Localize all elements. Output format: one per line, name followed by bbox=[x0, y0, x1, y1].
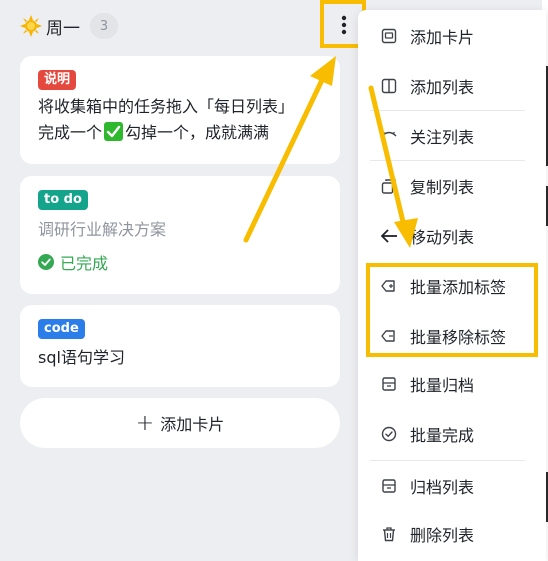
menu-item-label: 删除列表 bbox=[410, 526, 475, 545]
menu-item-copy-list[interactable]: 复制列表 bbox=[358, 166, 546, 206]
eye-icon bbox=[380, 127, 398, 145]
menu-item-label: 添加列表 bbox=[410, 78, 475, 97]
add-card-label: 添加卡片 bbox=[160, 415, 225, 434]
card-code[interactable]: code sql语句学习 bbox=[20, 305, 340, 387]
check-circle-icon bbox=[380, 425, 398, 443]
card-text: 将收集箱中的任务拖入「每日列表」 完成一个 勾掉一个，成就满满 bbox=[38, 94, 322, 146]
menu-divider bbox=[370, 160, 525, 161]
card-note[interactable]: 说明 将收集箱中的任务拖入「每日列表」 完成一个 勾掉一个，成就满满 bbox=[20, 56, 340, 164]
menu-item-batch-archive[interactable]: 批量归档 bbox=[358, 364, 546, 404]
card-text-line-2: 完成一个 勾掉一个，成就满满 bbox=[38, 120, 322, 146]
check-circle-icon bbox=[38, 254, 54, 270]
list-title[interactable]: 周一 bbox=[46, 14, 80, 39]
card-text: 调研行业解决方案 bbox=[38, 220, 167, 239]
card-icon bbox=[380, 27, 398, 45]
check-mark-icon bbox=[104, 122, 124, 141]
card-text: sql语句学习 bbox=[38, 348, 125, 367]
list-header: 周一 3 bbox=[20, 10, 118, 42]
columns-icon bbox=[380, 77, 398, 95]
menu-item-add-card[interactable]: 添加卡片 bbox=[358, 16, 546, 56]
card-text-line-1: 将收集箱中的任务拖入「每日列表」 bbox=[38, 97, 295, 116]
menu-item-label: 添加卡片 bbox=[410, 28, 475, 47]
arrow-left-icon bbox=[380, 227, 398, 245]
archive-list-icon bbox=[380, 477, 398, 495]
sun-icon bbox=[20, 15, 42, 37]
menu-item-delete-list[interactable]: 删除列表 bbox=[358, 514, 546, 554]
menu-item-label: 关注列表 bbox=[410, 128, 475, 147]
card-count-badge: 3 bbox=[90, 13, 118, 39]
menu-item-move-list[interactable]: 移动列表 bbox=[358, 216, 546, 256]
card-text-part: 完成一个 bbox=[38, 123, 103, 142]
menu-item-batch-complete[interactable]: 批量完成 bbox=[358, 414, 546, 454]
archive-icon bbox=[380, 375, 398, 393]
menu-item-label: 归档列表 bbox=[410, 478, 475, 497]
plus-icon: + bbox=[135, 410, 155, 436]
menu-item-label: 移动列表 bbox=[410, 228, 475, 247]
completed-status: 已完成 bbox=[38, 250, 322, 274]
menu-item-label: 复制列表 bbox=[410, 178, 475, 197]
card-todo[interactable]: to do 调研行业解决方案 已完成 bbox=[20, 176, 340, 294]
add-card-button[interactable]: + 添加卡片 bbox=[20, 398, 340, 448]
menu-item-follow-list[interactable]: 关注列表 bbox=[358, 116, 546, 156]
menu-item-add-list[interactable]: 添加列表 bbox=[358, 66, 546, 106]
card-text-part: 勾掉一个，成就满满 bbox=[125, 123, 270, 142]
copy-icon bbox=[380, 177, 398, 195]
card-tag: code bbox=[38, 319, 85, 339]
highlight-batch-tag-items bbox=[366, 263, 538, 357]
menu-item-label: 批量完成 bbox=[410, 426, 475, 445]
menu-divider bbox=[370, 110, 525, 111]
menu-item-archive-list[interactable]: 归档列表 bbox=[358, 466, 546, 506]
trash-icon bbox=[380, 525, 398, 543]
card-tag: to do bbox=[38, 190, 88, 210]
card-tag: 说明 bbox=[38, 70, 77, 90]
completed-label: 已完成 bbox=[60, 254, 109, 273]
menu-item-label: 批量归档 bbox=[410, 376, 475, 395]
menu-divider bbox=[370, 460, 525, 461]
